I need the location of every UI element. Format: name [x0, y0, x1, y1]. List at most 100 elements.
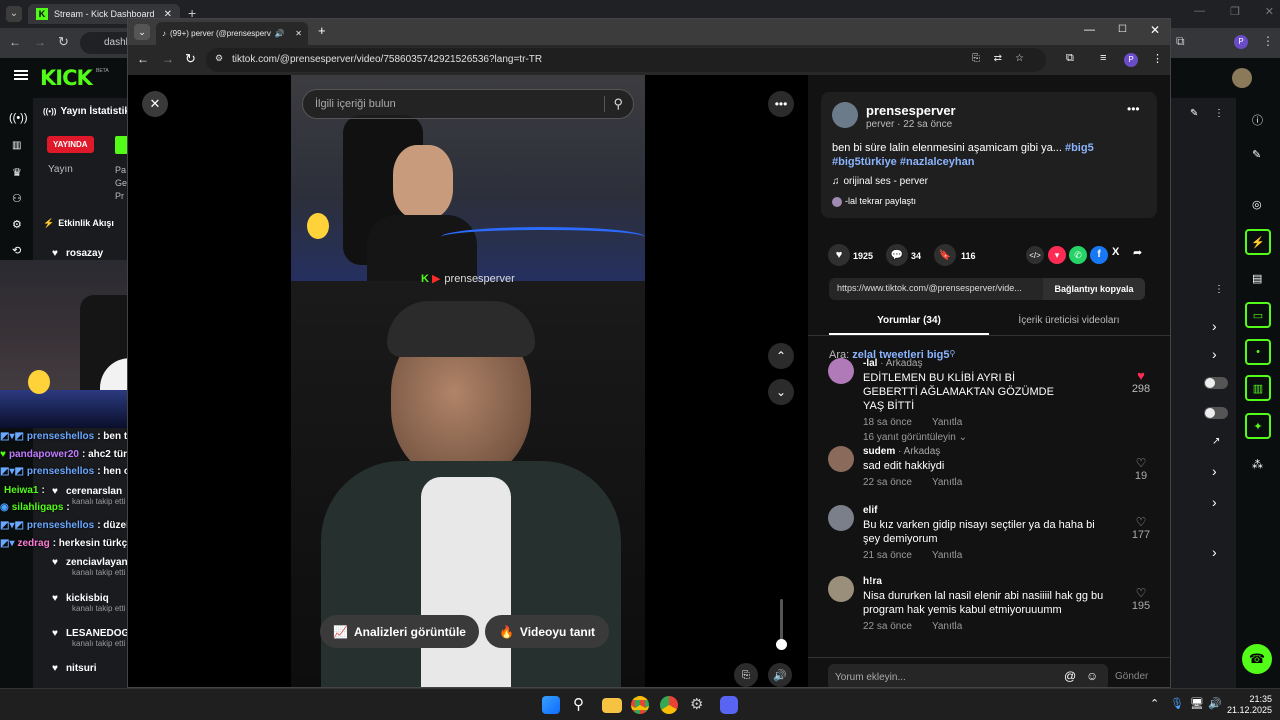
extensions-icon[interactable]: ⧉ — [1176, 34, 1185, 49]
media-icon[interactable]: ≡ — [1100, 52, 1106, 64]
forward-icon[interactable]: → — [162, 52, 174, 66]
chevron-right-icon[interactable]: › — [1212, 463, 1217, 479]
pip-button[interactable]: ⎘ — [734, 663, 758, 687]
chat-tool-icon[interactable]: ▭ — [1245, 302, 1271, 328]
kick-logo[interactable]: KICK — [40, 66, 93, 90]
tab-search-icon[interactable]: ⌄ — [6, 6, 22, 22]
pencil-icon[interactable]: ✎ — [1190, 108, 1198, 119]
view-replies[interactable]: 16 yanıt görüntüleyin ⌄ — [863, 432, 1148, 443]
chevron-right-icon[interactable]: › — [1212, 494, 1217, 510]
windows-start-icon[interactable] — [542, 696, 560, 714]
comment-avatar[interactable] — [828, 358, 854, 384]
back-icon[interactable]: ← — [137, 52, 149, 66]
comment-button[interactable]: 💬 — [886, 244, 908, 266]
trophy-icon[interactable]: ♛ — [12, 166, 22, 179]
reply-button[interactable]: Yanıtla — [932, 477, 962, 488]
profile-avatar[interactable]: P — [1124, 53, 1138, 67]
more-icon[interactable]: ••• — [1127, 102, 1140, 116]
site-info-icon[interactable]: ⚙ — [215, 53, 223, 64]
close-icon[interactable]: ✕ — [295, 29, 302, 38]
menu-icon[interactable]: ⋮ — [1152, 52, 1163, 65]
more-icon[interactable]: ⋮ — [1214, 284, 1224, 295]
share-icon[interactable]: ⟲ — [12, 244, 21, 257]
comment-like[interactable]: ♥ 298 — [1126, 368, 1156, 395]
close-window-icon[interactable]: ✕ — [1150, 23, 1160, 37]
comment-like[interactable]: ♡ 177 — [1126, 515, 1156, 541]
comment-avatar[interactable] — [828, 576, 854, 602]
mic-icon[interactable]: 🎙 — [1170, 697, 1184, 710]
file-explorer-icon[interactable] — [602, 698, 622, 713]
hamburger-icon[interactable] — [14, 70, 28, 80]
clock[interactable]: 21:35 21.12.2025 — [1226, 694, 1272, 716]
tt-tab[interactable]: ♪ (99+) perver (@prensesperv 🔊 ✕ — [156, 22, 308, 45]
profile-avatar[interactable]: P — [1234, 35, 1248, 49]
link-text[interactable]: https://www.tiktok.com/@prensesperver/vi… — [837, 283, 1043, 293]
users-icon[interactable]: ⚇ — [12, 192, 22, 205]
comment-like[interactable]: ♡ 195 — [1126, 586, 1156, 612]
chevron-up-icon[interactable]: ⌃ — [1150, 697, 1159, 710]
menu-icon[interactable]: ⋮ — [1262, 34, 1274, 48]
reload-icon[interactable]: ↻ — [58, 34, 69, 50]
address-bar[interactable]: ⚙ tiktok.com/@prensesperver/video/758603… — [206, 48, 1046, 72]
tab-comments[interactable]: Yorumlar (34) — [829, 315, 989, 335]
volume-slider[interactable] — [776, 599, 787, 650]
info-icon[interactable]: ⓘ — [1252, 112, 1263, 128]
comment-avatar[interactable] — [828, 446, 854, 472]
window-controls[interactable]: — ❐ ✕ — [1194, 5, 1274, 18]
extensions-icon[interactable]: ⧉ — [1066, 52, 1074, 65]
audio-icon[interactable]: 🔊 — [275, 29, 285, 38]
nodes-icon[interactable]: ⁂ — [1252, 458, 1263, 471]
mention-icon[interactable]: @ — [1064, 669, 1076, 683]
tiktok-share-icon[interactable]: ▾ — [1048, 246, 1066, 264]
settings-icon[interactable]: ⚙ — [12, 218, 22, 231]
tab-creator-videos[interactable]: İçerik üreticisi videoları — [989, 315, 1149, 335]
new-tab-button[interactable]: + — [318, 23, 326, 38]
whatsapp-icon[interactable]: ✆ — [1069, 246, 1087, 264]
author-name[interactable]: prensesperver — [866, 103, 956, 118]
wrench-tool-icon[interactable]: ✦ — [1245, 413, 1271, 439]
network-icon[interactable]: 🖥 — [1190, 697, 1204, 710]
settings-app-icon[interactable]: ⚙ — [690, 695, 703, 713]
reply-button[interactable]: Yanıtla — [932, 621, 962, 632]
layout-tool-icon[interactable]: ▥ — [1245, 375, 1271, 401]
tab-search-icon[interactable]: ⌄ — [134, 24, 150, 40]
external-icon[interactable]: ↗ — [1212, 436, 1220, 447]
search-icon[interactable]: ⚲ — [573, 695, 584, 713]
close-video-button[interactable]: ✕ — [142, 91, 168, 117]
author-avatar[interactable] — [832, 102, 858, 128]
emoji-icon[interactable]: ☺ — [1086, 669, 1098, 683]
chart-icon[interactable]: ▥ — [12, 140, 21, 151]
broadcast-tool-icon[interactable]: • — [1245, 339, 1271, 365]
toggle-switch[interactable] — [1204, 377, 1228, 389]
user-avatar[interactable] — [1232, 68, 1252, 88]
like-button[interactable]: ♥ — [828, 244, 850, 266]
support-button[interactable]: ☎ — [1242, 644, 1272, 674]
video-player[interactable]: K ▶ prensesperver — [291, 75, 645, 687]
search-icon[interactable]: ⚲ — [604, 96, 623, 112]
send-button[interactable]: Gönder — [1115, 671, 1148, 682]
translate-icon[interactable]: ⇄ — [994, 53, 1002, 64]
maximize-icon[interactable]: ☐ — [1118, 24, 1127, 35]
previous-video-button[interactable]: ⌃ — [768, 343, 794, 369]
bolt-tool-icon[interactable]: ⚡ — [1245, 229, 1271, 255]
next-video-button[interactable]: ⌄ — [768, 379, 794, 405]
edit-icon[interactable]: ✎ — [1252, 148, 1261, 161]
chevron-right-icon[interactable]: › — [1212, 318, 1217, 334]
analytics-button[interactable]: 📈 Analizleri görüntüle — [320, 615, 479, 648]
back-icon[interactable]: ← — [9, 35, 21, 49]
reply-button[interactable]: Yanıtla — [932, 417, 962, 428]
share-arrow-icon[interactable]: ➦ — [1133, 246, 1142, 259]
sound-link[interactable]: ♫ orijinal ses - perver — [832, 176, 928, 187]
x-icon[interactable]: X — [1112, 246, 1119, 258]
more-options-button[interactable]: ••• — [768, 91, 794, 117]
notes-icon[interactable]: ▤ — [1252, 272, 1262, 285]
related-search[interactable]: İlgili içeriği bulun ⚲ — [302, 89, 634, 119]
star-icon[interactable]: ☆ — [1015, 53, 1024, 64]
toggle-switch[interactable] — [1204, 407, 1228, 419]
reply-button[interactable]: Yanıtla — [932, 550, 962, 561]
reload-icon[interactable]: ↻ — [185, 51, 196, 67]
discord-icon[interactable] — [720, 696, 738, 714]
chrome-active-icon[interactable] — [660, 696, 678, 714]
more-icon[interactable]: ⋮ — [1214, 108, 1224, 119]
chrome-icon[interactable] — [631, 696, 649, 714]
